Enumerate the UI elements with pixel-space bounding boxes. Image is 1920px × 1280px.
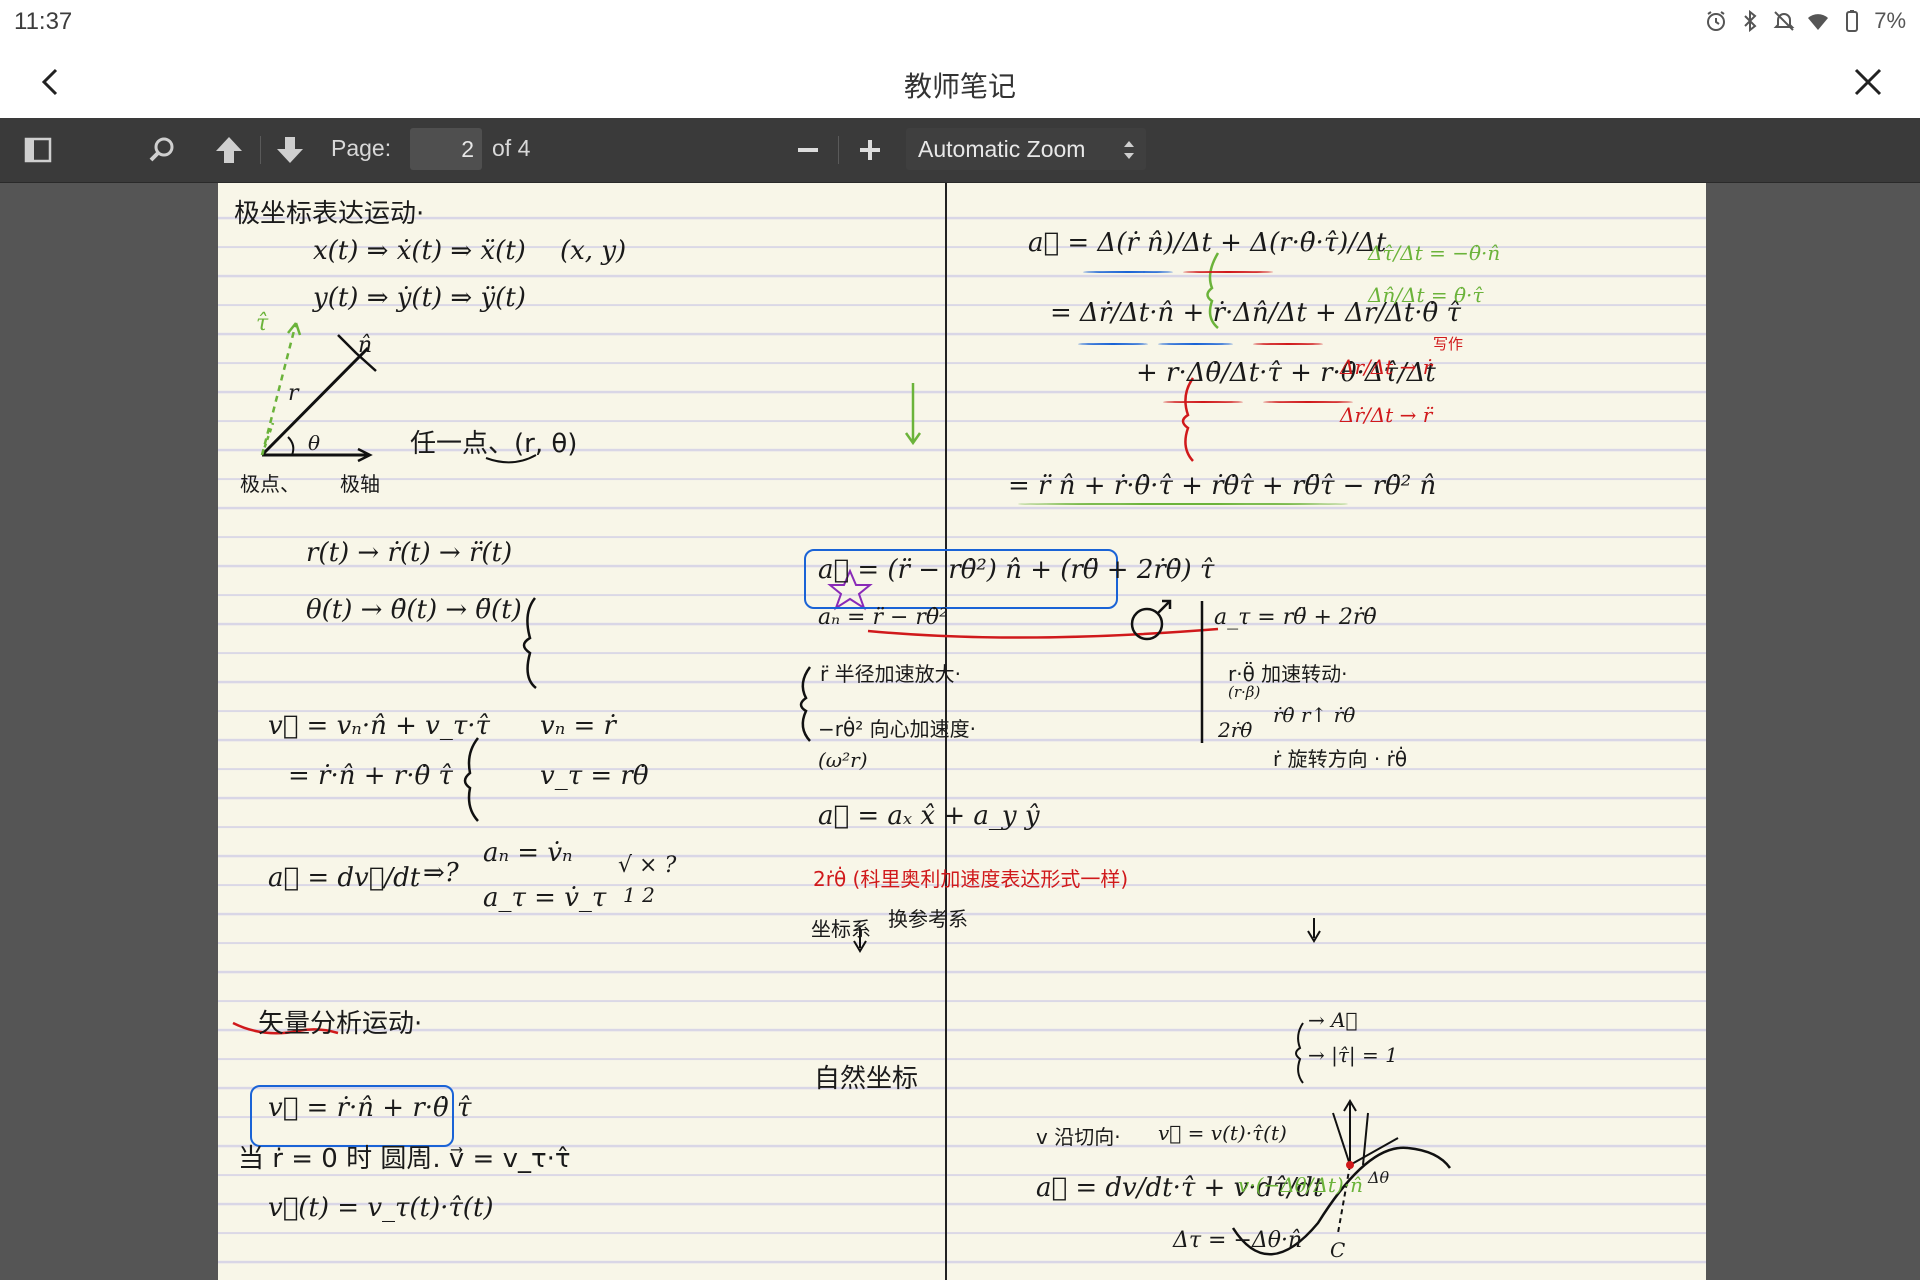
left-title: 极坐标表达运动· <box>234 199 425 229</box>
toolbar-separator <box>838 136 839 164</box>
delta-tau-note: Δτ = −Δθ·n̂ <box>1173 1228 1303 1253</box>
underline-red <box>1163 401 1243 403</box>
a-cartesian: a⃗ = aₓ x̂ + a_y ŷ <box>818 801 1040 831</box>
red-note: 写作 <box>1433 335 1464 353</box>
r-dd-note: r̈ 半径加速放大· <box>820 662 961 686</box>
underline-green <box>1018 503 1348 505</box>
pdf-toolbar: Page: of 4 Automatic Zoom <box>0 118 1920 183</box>
a-definition: a⃗ = Δ(ṙ n̂)/Δt + Δ(r·θ̇·τ̂)/Δt <box>1028 228 1387 258</box>
sidebar-toggle-icon <box>24 137 52 163</box>
next-page-icon <box>277 137 303 163</box>
diagram-r-label: r <box>288 381 299 406</box>
circular-motion-note: 当 ṙ = 0 时 圆周. v⃗ = v_τ·τ̂ <box>238 1144 571 1174</box>
red-rule-2: Δṙ/Δt → r̈ <box>1340 403 1433 427</box>
search-button[interactable] <box>142 130 182 170</box>
wifi-icon <box>1808 14 1829 30</box>
alarm-icon <box>1707 11 1726 31</box>
app-header: 教师笔记 <box>0 48 1920 118</box>
natural-coordinates-title: 自然坐标 <box>814 1064 919 1094</box>
status-icons: 7% <box>1704 8 1906 34</box>
r-beta-note: (r·β) <box>1228 683 1261 701</box>
sidebar-toggle-button[interactable] <box>18 130 58 170</box>
vector-analysis-title: 矢量分析运动· <box>258 1009 423 1039</box>
green-v-note: v·(−Δθ/Δt)·n̂ <box>1238 1173 1363 1197</box>
zoom-select[interactable]: Automatic Zoom <box>906 128 1146 170</box>
boxed-acceleration-text: a⃗ = (r̈ − rθ̇²) n̂ + (rθ̈ + 2ṙθ̇) τ̂ <box>818 555 1215 585</box>
diagram-tau-label: τ̂ <box>256 311 269 336</box>
diagram-origin-label: 极点、 <box>240 472 300 496</box>
pdf-page: 极坐标表达运动· x(t) ⇒ ẋ(t) ⇒ ẍ(t) (x, y) y(t) … <box>218 183 1706 1280</box>
at-definition: a_τ = rθ̈ + 2ṙθ̇ <box>1214 605 1377 630</box>
pdf-viewer[interactable]: 极坐标表达运动· x(t) ⇒ ẋ(t) ⇒ ẍ(t) (x, y) y(t) … <box>0 183 1920 1280</box>
diagram-n-label: n̂ <box>358 333 373 358</box>
diagram-axis-label: 极轴 <box>340 472 380 496</box>
at-guess: a_τ = v̇_τ <box>483 883 607 913</box>
bluetooth-icon <box>1744 9 1757 33</box>
page-title: 教师笔记 <box>903 71 1016 102</box>
page-label: Page: <box>331 135 392 161</box>
r-theta2-note: −rθ̇² 向心加速度· <box>818 717 976 741</box>
an-guess: aₙ = v̇ₙ <box>483 838 573 868</box>
diagram-theta-label: θ <box>308 431 321 455</box>
zoom-value: Automatic Zoom <box>918 136 1086 162</box>
vn-value: vₙ = ṙ <box>540 711 616 741</box>
w2r-note: (ω²r) <box>818 748 868 772</box>
boxed-velocity-text: v⃗ = ṙ·n̂ + r·θ̇ τ̂ <box>268 1093 472 1123</box>
next-page-button[interactable] <box>270 130 310 170</box>
A-vector-note: → A⃗ <box>1308 1008 1358 1032</box>
r-chain: r(t) → ṙ(t) → r̈(t) <box>306 538 513 568</box>
two-r-theta: 2ṙθ̇ <box>1218 718 1253 742</box>
zoom-in-button[interactable] <box>850 130 890 170</box>
zoom-in-icon <box>860 140 880 160</box>
coriolis-note: 2ṙθ̇ (科里奥利加速度表达形式一样) <box>813 867 1129 891</box>
a-derivative: a⃗ = dv⃗/dt <box>268 863 421 893</box>
battery-icon <box>1846 10 1859 32</box>
an-definition: aₙ = r̈ − rθ̇² <box>818 605 948 630</box>
zoom-out-button[interactable] <box>788 130 828 170</box>
previous-page-button[interactable] <box>209 130 249 170</box>
theta-chain: θ(t) → θ̇(t) → θ̈(t) <box>306 595 522 625</box>
change-reference-note: 换参考系 <box>888 907 968 931</box>
a-sum: = r̈ n̂ + ṙ·θ̇·τ̂ + ṙθ̇τ̂ + rθ̈τ̂ − rθ̇²… <box>1008 471 1437 501</box>
a-implies: ⇒? <box>423 858 459 888</box>
v-tau-note: v⃗ = v(t)·τ̂(t) <box>1158 1121 1287 1145</box>
vt-value: v_τ = rθ̇ <box>540 761 649 791</box>
red-rule-1: Δr/Δt → ṙ <box>1340 355 1433 379</box>
zoom-out-icon <box>798 148 818 152</box>
v-expanded: = ṙ·n̂ + r·θ̇ τ̂ <box>288 761 453 791</box>
curve-c-label: C <box>1330 1238 1346 1262</box>
check-subscripts: 1 2 <box>623 883 655 907</box>
xy-pair: (x, y) <box>560 236 627 266</box>
curve-dtheta-label: Δθ <box>1368 1168 1390 1187</box>
dropdown-arrows-icon <box>1124 141 1134 159</box>
check-marks: √ × ? <box>618 853 677 878</box>
coordinate-system-note: 坐标系 <box>811 917 871 941</box>
any-point-note: 任一点、(r, θ) <box>410 429 578 459</box>
green-rule-2: Δn̂/Δt = θ̇·τ̂ <box>1368 283 1484 307</box>
toolbar-separator <box>260 136 261 164</box>
status-bar: 11:37 7% <box>0 0 1920 48</box>
y-chain: y(t) ⇒ ẏ(t) ⇒ ÿ(t) <box>313 283 526 313</box>
green-rule-1: Δτ̂/Δt = −θ̇·n̂ <box>1368 241 1501 265</box>
v-tangent-line: v⃗(t) = v_τ(t)·τ̂(t) <box>268 1193 494 1223</box>
tau-unit-note: → |τ̂| = 1 <box>1308 1043 1398 1067</box>
page-count: of 4 <box>492 135 531 161</box>
x-chain: x(t) ⇒ ẋ(t) ⇒ ẍ(t) <box>313 236 526 266</box>
v-tangent-note: v 沿切向· <box>1036 1125 1121 1149</box>
r-theta-b: ṙ 旋转方向 · ṙθ̇ <box>1273 747 1408 771</box>
close-icon[interactable] <box>1846 60 1890 104</box>
status-time: 11:37 <box>14 8 73 35</box>
underline-blue <box>1158 343 1233 345</box>
previous-page-icon <box>216 137 242 163</box>
battery-percent: 7% <box>1874 8 1906 33</box>
mute-icon <box>1773 11 1795 31</box>
underline-blue <box>1083 271 1173 273</box>
underline-red <box>1253 343 1323 345</box>
underline-blue <box>1078 343 1148 345</box>
v-components: v⃗ = vₙ·n̂ + v_τ·τ̂ <box>268 711 490 741</box>
page-number-input[interactable] <box>410 128 482 170</box>
r-theta-a: ṙθ̇ r↑ ṙθ̇ <box>1273 703 1356 727</box>
search-icon <box>149 137 174 162</box>
underline-red <box>1183 271 1273 273</box>
